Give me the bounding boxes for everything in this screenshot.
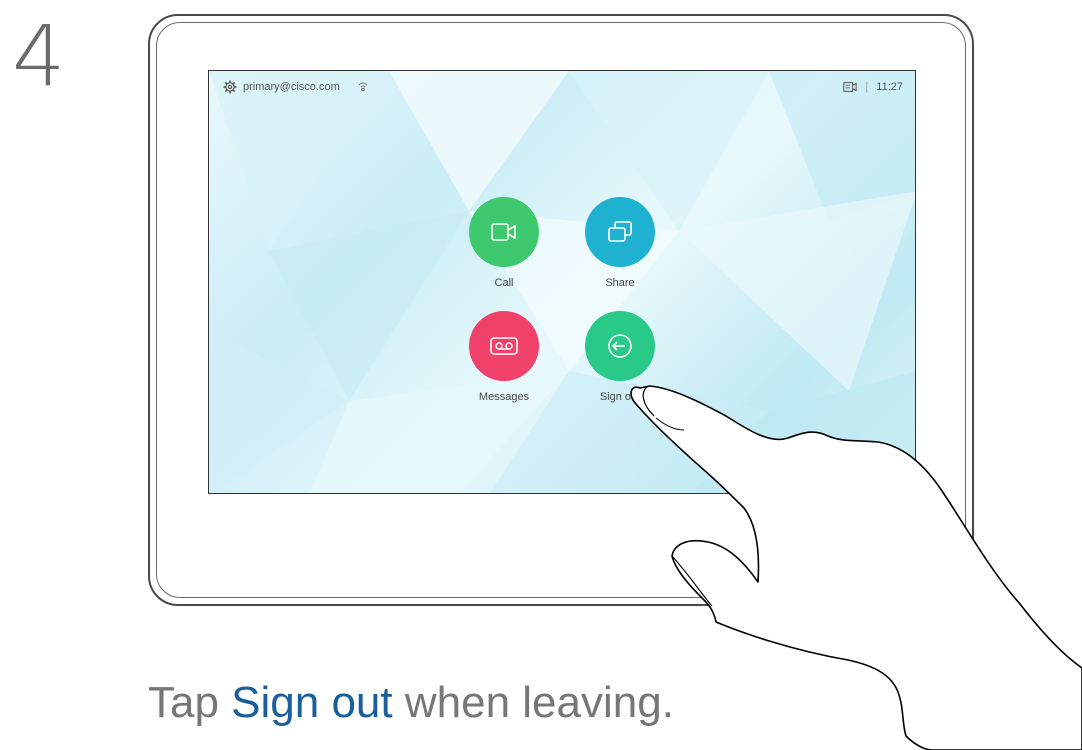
call-button[interactable]: [469, 197, 539, 267]
background-pattern: [209, 71, 915, 493]
instruction-caption: Tap Sign out when leaving.: [148, 678, 674, 728]
call-tile[interactable]: Call: [459, 197, 549, 289]
touch-screen: primary@cisco.com | 11:27 Call Share Mes…: [208, 70, 916, 494]
share-tile[interactable]: Share: [575, 197, 665, 289]
status-separator: |: [865, 81, 869, 93]
sign-out-tile[interactable]: Sign out: [575, 311, 665, 403]
proximity-icon: [358, 82, 368, 92]
account-email[interactable]: primary@cisco.com: [243, 81, 340, 93]
clock-time: 11:27: [876, 81, 903, 93]
share-button[interactable]: [585, 197, 655, 267]
caption-action: Sign out: [231, 678, 393, 727]
messages-button[interactable]: [469, 311, 539, 381]
call-label: Call: [494, 277, 514, 289]
share-screens-icon: [608, 221, 632, 242]
share-label: Share: [605, 277, 635, 289]
status-bar: primary@cisco.com | 11:27: [209, 71, 915, 103]
camera-status-icon[interactable]: [843, 80, 858, 94]
messages-label: Messages: [478, 391, 530, 403]
messages-tile[interactable]: Messages: [459, 311, 549, 403]
caption-prefix: Tap: [148, 678, 232, 727]
voicemail-icon: [490, 337, 518, 355]
sign-out-icon: [608, 334, 632, 358]
caption-suffix: when leaving.: [392, 678, 674, 727]
sign-out-label: Sign out: [599, 391, 641, 403]
video-camera-icon: [491, 223, 516, 241]
sign-out-button[interactable]: [585, 311, 655, 381]
step-number: 4: [12, 7, 66, 105]
gear-icon[interactable]: [223, 80, 237, 94]
